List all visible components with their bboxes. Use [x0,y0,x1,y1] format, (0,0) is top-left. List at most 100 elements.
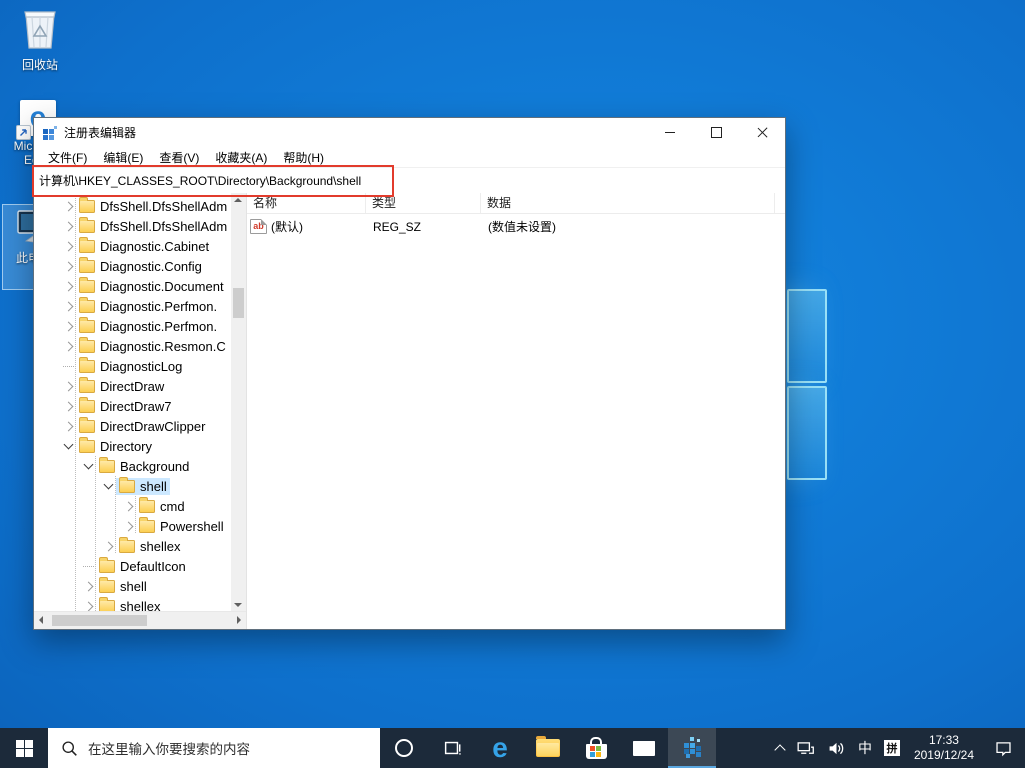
tree-item-shellex[interactable]: shellex [34,536,231,556]
clock-date: 2019/12/24 [914,748,974,763]
minimize-button[interactable] [647,118,693,147]
scroll-down-icon[interactable] [234,603,242,607]
tree-item-dfsshell-dfsshelladm[interactable]: DfsShell.DfsShellAdm [34,196,231,216]
expand-chevron-icon[interactable] [60,298,76,314]
tree-item-diagnostic-cabinet[interactable]: Diagnostic.Cabinet [34,236,231,256]
desktop-icon-recycle-bin[interactable]: 回收站 [8,6,72,72]
network-icon [796,739,815,758]
column-header-name[interactable]: 名称 [247,193,366,213]
expand-chevron-icon[interactable] [60,278,76,294]
column-header-data[interactable]: 数据 [481,193,775,213]
tree-item-dfsshell-dfsshelladm[interactable]: DfsShell.DfsShellAdm [34,216,231,236]
folder-icon [79,280,95,293]
expand-chevron-icon[interactable] [60,378,76,394]
tray-expand-button[interactable] [770,728,790,768]
tree-item-cmd[interactable]: cmd [34,496,231,516]
expand-chevron-icon[interactable] [60,258,76,274]
collapse-chevron-icon[interactable] [80,458,96,474]
tree-item-directdraw[interactable]: DirectDraw [34,376,231,396]
address-bar[interactable]: 计算机\HKEY_CLASSES_ROOT\Directory\Backgrou… [34,167,785,194]
tree-item-directory[interactable]: Directory [34,436,231,456]
start-button[interactable] [0,728,48,768]
scroll-left-icon[interactable] [39,616,43,624]
expand-chevron-icon[interactable] [100,538,116,554]
taskbar-regedit-button-active[interactable] [668,728,716,768]
scroll-up-icon[interactable] [234,198,242,202]
value-rows: ab(默认)REG_SZ(数值未设置) [247,217,785,236]
collapse-chevron-icon[interactable] [100,478,116,494]
tree-item-directdraw7[interactable]: DirectDraw7 [34,396,231,416]
collapse-chevron-icon[interactable] [60,438,76,454]
tree-item-label: DefaultIcon [120,559,186,574]
registry-value-row[interactable]: ab(默认)REG_SZ(数值未设置) [247,217,785,236]
tree-item-label: Diagnostic.Cabinet [100,239,209,254]
search-icon [61,740,78,757]
expand-chevron-icon[interactable] [60,338,76,354]
action-center-button[interactable] [982,728,1025,768]
minimize-icon [665,132,675,133]
volume-button[interactable] [821,728,852,768]
taskbar-edge-button[interactable]: e [476,728,524,768]
shortcut-arrow-icon [16,125,31,140]
taskbar-clock[interactable]: 17:33 2019/12/24 [906,728,982,768]
tree-item-diagnostic-document[interactable]: Diagnostic.Document [34,276,231,296]
address-path: 计算机\HKEY_CLASSES_ROOT\Directory\Backgrou… [39,172,361,189]
column-header-type[interactable]: 类型 [366,193,481,213]
tree-item-shellex[interactable]: shellex [34,596,231,612]
menu-bar: 文件(F) 编辑(E) 查看(V) 收藏夹(A) 帮助(H) [34,147,785,167]
tree-vertical-scrollbar[interactable] [231,193,246,612]
taskbar-mail-button[interactable] [620,728,668,768]
taskbar-store-button[interactable] [572,728,620,768]
taskbar-search-box[interactable]: 在这里输入你要搜索的内容 [48,728,380,768]
tree-item-shell[interactable]: shell [34,476,231,496]
expand-chevron-icon[interactable] [60,218,76,234]
folder-icon [79,320,95,333]
ime-mode-indicator[interactable]: 拼 [878,728,906,768]
tree-item-shell[interactable]: shell [34,576,231,596]
action-center-icon [994,739,1013,758]
menu-edit[interactable]: 编辑(E) [95,149,151,166]
folder-icon [79,200,95,213]
horizontal-scroll-thumb[interactable] [52,615,147,626]
tree-item-label: DiagnosticLog [100,359,182,374]
ime-language-indicator[interactable]: 中 [852,728,878,768]
tree-horizontal-scrollbar[interactable] [34,611,246,629]
expand-chevron-icon[interactable] [60,318,76,334]
cortana-button[interactable] [380,728,428,768]
tree-item-powershell[interactable]: Powershell [34,516,231,536]
tree-item-label: cmd [160,499,185,514]
tree-item-label: Diagnostic.Perfmon. [100,299,217,314]
title-bar[interactable]: 注册表编辑器 [34,118,785,147]
menu-view[interactable]: 查看(V) [151,149,207,166]
expand-chevron-icon[interactable] [60,238,76,254]
tree-item-diagnostic-resmon-c[interactable]: Diagnostic.Resmon.C [34,336,231,356]
tree-item-diagnostic-config[interactable]: Diagnostic.Config [34,256,231,276]
vertical-scroll-thumb[interactable] [233,288,244,318]
menu-file[interactable]: 文件(F) [40,149,95,166]
expand-chevron-icon[interactable] [120,518,136,534]
menu-favorites[interactable]: 收藏夹(A) [207,149,275,166]
tree-item-diagnostic-perfmon-[interactable]: Diagnostic.Perfmon. [34,296,231,316]
expand-chevron-icon[interactable] [60,418,76,434]
maximize-button[interactable] [693,118,739,147]
value-name: (默认) [271,218,303,235]
expand-chevron-icon[interactable] [60,398,76,414]
tree-item-diagnostic-perfmon-[interactable]: Diagnostic.Perfmon. [34,316,231,336]
taskbar-file-explorer-button[interactable] [524,728,572,768]
scroll-right-icon[interactable] [237,616,241,624]
expand-chevron-icon[interactable] [80,578,96,594]
close-button[interactable] [739,118,785,147]
tree-item-background[interactable]: Background [34,456,231,476]
network-status-button[interactable] [790,728,821,768]
menu-help[interactable]: 帮助(H) [275,149,332,166]
tree-item-directdrawclipper[interactable]: DirectDrawClipper [34,416,231,436]
task-view-button[interactable] [428,728,476,768]
expand-chevron-icon[interactable] [60,198,76,214]
value-type: REG_SZ [366,220,481,234]
tree-item-diagnosticlog[interactable]: DiagnosticLog [34,356,231,376]
expand-chevron-icon[interactable] [80,598,96,612]
value-data: (数值未设置) [481,218,556,235]
expand-chevron-icon[interactable] [120,498,136,514]
window-title: 注册表编辑器 [64,124,647,141]
tree-item-defaulticon[interactable]: DefaultIcon [34,556,231,576]
